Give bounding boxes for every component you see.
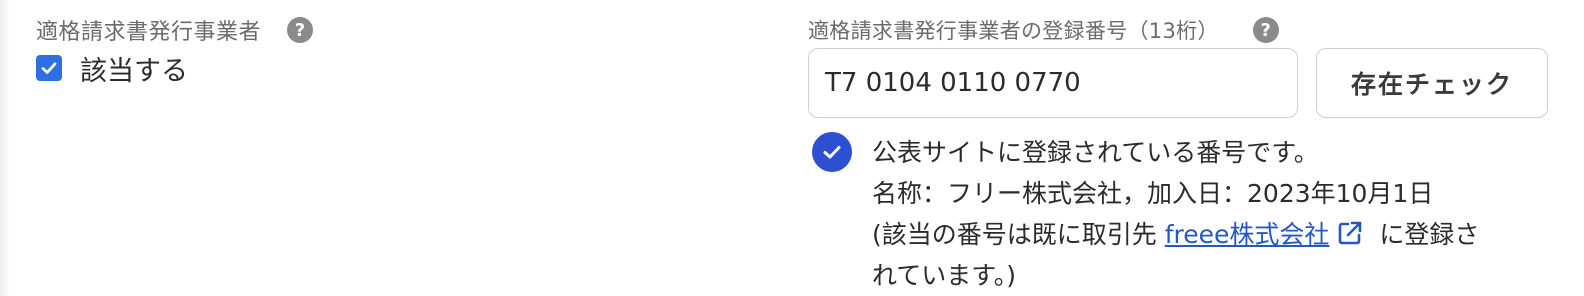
left-edge-shadow	[0, 0, 10, 296]
question-circle-icon[interactable]: ?	[1252, 17, 1279, 43]
qualified-invoice-label: 適格請求書発行事業者	[36, 20, 262, 45]
result-partner-suffix: に登録さ	[1371, 220, 1480, 249]
partner-link[interactable]: freee株式会社	[1165, 220, 1330, 249]
qualified-invoice-label-row: 適格請求書発行事業者 ?	[36, 14, 314, 46]
check-mark-icon	[823, 146, 841, 159]
result-message: 公表サイトに登録されている番号です。 名称：フリー株式会社，加入日：2023年1…	[872, 132, 1532, 296]
registration-number-label-row: 適格請求書発行事業者の登録番号（13桁） ?	[808, 14, 1568, 46]
external-link-icon[interactable]	[1335, 218, 1365, 248]
registration-number-label: 適格請求書発行事業者の登録番号（13桁）	[808, 19, 1219, 43]
invoice-registration-panel: 適格請求書発行事業者 ? 該当する 適格請求書発行事業者の登録番号（13桁） ?…	[0, 0, 1584, 296]
verification-result: 公表サイトに登録されている番号です。 名称：フリー株式会社，加入日：2023年1…	[808, 132, 1568, 296]
registration-number-input[interactable]	[808, 48, 1298, 118]
result-line-name-date: 名称：フリー株式会社，加入日：2023年10月1日	[872, 179, 1434, 208]
question-circle-icon[interactable]: ?	[287, 17, 314, 43]
result-partner-prefix: (該当の番号は既に取引先	[872, 220, 1165, 249]
existence-check-button[interactable]: 存在チェック	[1316, 48, 1548, 118]
registration-number-section: 適格請求書発行事業者の登録番号（13桁） ? 存在チェック 公表サイトに登録され…	[808, 14, 1568, 296]
registration-number-input-row: 存在チェック	[808, 48, 1568, 118]
result-line-registered: 公表サイトに登録されている番号です。	[872, 138, 1319, 167]
result-line-registered-end: れています。)	[872, 261, 1017, 290]
qualified-invoice-section: 適格請求書発行事業者 ? 該当する	[36, 14, 314, 88]
applicable-checkbox-row[interactable]: 該当する	[36, 49, 313, 88]
applicable-checkbox-label[interactable]: 該当する	[80, 49, 188, 88]
applicable-checkbox[interactable]	[36, 55, 62, 81]
result-line-partner: (該当の番号は既に取引先 freee株式会社 に登録さ	[872, 214, 1532, 255]
checkmark-icon	[41, 62, 57, 74]
check-circle-icon	[812, 132, 852, 172]
